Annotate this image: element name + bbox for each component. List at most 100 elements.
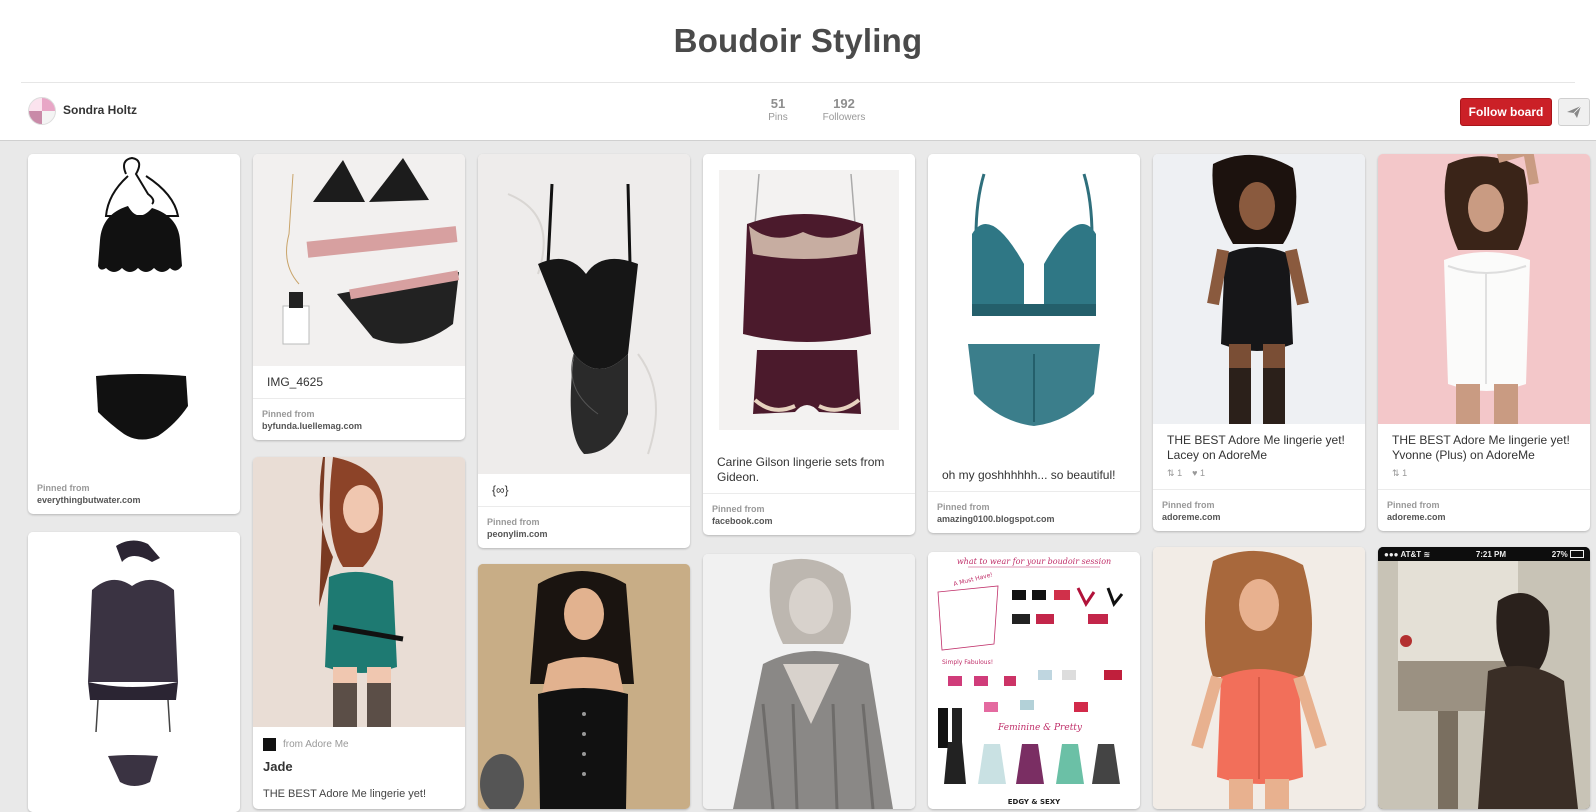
pin-image[interactable] [1378, 154, 1590, 424]
pin-source[interactable]: everythingbutwater.com [37, 494, 231, 506]
carrier: ●●● AT&T ≋ [1384, 550, 1430, 559]
pin-title: Jade [263, 759, 293, 774]
pin-card[interactable]: from Adore Me Jade THE BEST Adore Me lin… [253, 457, 465, 809]
pin-source[interactable]: byfunda.luellemag.com [262, 420, 456, 432]
pin-caption-block: THE BEST Adore Me lingerie yet! Yvonne (… [1378, 424, 1590, 490]
pin-card[interactable] [703, 554, 915, 809]
bikini-image [96, 156, 188, 440]
model-coral-corset-image [1153, 547, 1365, 809]
pin-meta[interactable]: Pinned from adoreme.com [1378, 490, 1590, 531]
pin-caption: oh my goshhhhhh... so beautiful! [928, 459, 1140, 492]
bodysuit-image [478, 154, 690, 474]
pin-source[interactable]: amazing0100.blogspot.com [937, 513, 1131, 525]
board-title: Boudoir Styling [673, 22, 923, 59]
pin-card[interactable]: Pinned from everythingbutwater.com [28, 154, 240, 514]
pin-card[interactable] [1153, 547, 1365, 809]
followers-count: 192 [833, 96, 855, 111]
pin-meta[interactable]: Pinned from peonylim.com [478, 507, 690, 548]
infographic-note: A Must Have! [953, 571, 994, 588]
pin-image[interactable] [478, 564, 690, 809]
signal-dots: ●●● [1384, 549, 1399, 559]
pin-card[interactable] [478, 564, 690, 809]
pinned-from-label: Pinned from [262, 409, 315, 419]
pin-image[interactable] [703, 154, 915, 446]
wifi-icon: ≋ [1423, 549, 1431, 559]
pinned-from-label: Pinned from [1387, 500, 1440, 510]
pinned-from-label: Pinned from [37, 483, 90, 493]
pin-image[interactable] [928, 154, 1140, 459]
battery-icon [1570, 550, 1584, 559]
lingerie-flatlay-image [282, 158, 460, 345]
send-button[interactable] [1558, 98, 1590, 126]
pin-card[interactable]: oh my goshhhhhh... so beautiful! Pinned … [928, 154, 1140, 533]
pinned-from-label: Pinned from [937, 502, 990, 512]
pin-source[interactable]: facebook.com [712, 515, 906, 527]
pin-image[interactable] [253, 154, 465, 366]
followers-label: Followers [822, 112, 866, 123]
pins-count: 51 [770, 96, 786, 111]
bustier-image [88, 540, 178, 786]
infographic-heading: what to wear for your boudoir session [957, 557, 1111, 566]
pin-card[interactable]: what to wear for your boudoir session A … [928, 552, 1140, 809]
pin-meta[interactable]: Pinned from facebook.com [703, 494, 915, 535]
pin-card[interactable]: IMG_4625 Pinned from byfunda.luellemag.c… [253, 154, 465, 440]
vendor-name: from Adore Me [283, 739, 349, 750]
pin-image[interactable] [703, 554, 915, 809]
pin-image[interactable] [1153, 154, 1365, 424]
pin-caption: THE BEST Adore Me lingerie yet! Yvonne (… [1392, 433, 1570, 462]
pin-caption-block: THE BEST Adore Me lingerie yet! Lacey on… [1153, 424, 1365, 490]
bw-sweater-portrait-image [703, 554, 915, 809]
like-icon: ♥ [1192, 468, 1198, 478]
model-black-corset-image [478, 564, 690, 809]
pin-image[interactable]: what to wear for your boudoir session A … [928, 552, 1140, 809]
pins-label: Pins [768, 112, 788, 123]
infographic-note: Feminine & Pretty [997, 723, 1083, 733]
pins-stat[interactable]: 51 Pins [762, 96, 794, 123]
send-icon [1567, 106, 1581, 118]
repin-count: 1 [1402, 468, 1408, 478]
avatar[interactable] [28, 97, 56, 125]
pin-card[interactable]: THE BEST Adore Me lingerie yet! Lacey on… [1153, 154, 1365, 531]
repin-icon: ⇅ [1167, 468, 1175, 478]
pin-source[interactable]: adoreme.com [1387, 511, 1581, 523]
pin-card[interactable]: ●●● AT&T ≋ 7:21 PM 27% [1378, 547, 1590, 809]
board-header: Boudoir Styling Sondra Holtz 51 Pins 192… [0, 0, 1596, 141]
what-to-wear-infographic-image: what to wear for your boudoir session A … [937, 557, 1124, 806]
pin-image[interactable] [28, 532, 240, 812]
pin-card[interactable] [28, 532, 240, 812]
pin-image[interactable] [478, 154, 690, 474]
pin-caption: {∞} [478, 474, 690, 507]
follow-board-button[interactable]: Follow board [1460, 98, 1552, 126]
pin-card[interactable]: THE BEST Adore Me lingerie yet! Yvonne (… [1378, 154, 1590, 531]
pin-caption: Carine Gilson lingerie sets from Gideon. [703, 446, 915, 494]
pin-card[interactable]: {∞} Pinned from peonylim.com [478, 154, 690, 548]
model-white-corset-image [1378, 154, 1590, 424]
pin-image[interactable] [1378, 561, 1590, 809]
pin-card[interactable]: Carine Gilson lingerie sets from Gideon.… [703, 154, 915, 535]
followers-stat[interactable]: 192 Followers [818, 96, 870, 123]
pin-source[interactable]: peonylim.com [487, 528, 681, 540]
pin-meta[interactable]: Pinned from everythingbutwater.com [28, 473, 240, 514]
vendor-logo [263, 738, 276, 751]
infographic-note: EDGY & SEXY [1008, 798, 1061, 806]
pin-vendor[interactable]: from Adore Me [253, 727, 465, 755]
pin-meta[interactable]: Pinned from amazing0100.blogspot.com [928, 492, 1140, 533]
pin-image[interactable] [28, 154, 240, 473]
teal-lingerie-image [968, 173, 1100, 426]
like-count: 1 [1199, 468, 1205, 478]
model-corset-image [253, 457, 465, 727]
pinned-from-label: Pinned from [487, 517, 540, 527]
pin-source[interactable]: adoreme.com [1162, 511, 1356, 523]
pinned-from-label: Pinned from [1162, 500, 1215, 510]
pin-caption: IMG_4625 [253, 366, 465, 399]
status-time: 7:21 PM [1475, 549, 1507, 559]
pin-meta[interactable]: Pinned from byfunda.luellemag.com [253, 399, 465, 440]
pin-meta[interactable]: Pinned from adoreme.com [1153, 490, 1365, 531]
owner-name[interactable]: Sondra Holtz [63, 103, 137, 117]
header-divider [21, 82, 1575, 83]
pin-image[interactable] [1153, 547, 1365, 809]
infographic-note: Simply Fabulous! [942, 659, 993, 666]
pin-caption: THE BEST Adore Me lingerie yet! Lacey on… [1167, 433, 1345, 462]
pin-image[interactable] [253, 457, 465, 727]
phone-status-bar: ●●● AT&T ≋ 7:21 PM 27% [1378, 547, 1590, 561]
